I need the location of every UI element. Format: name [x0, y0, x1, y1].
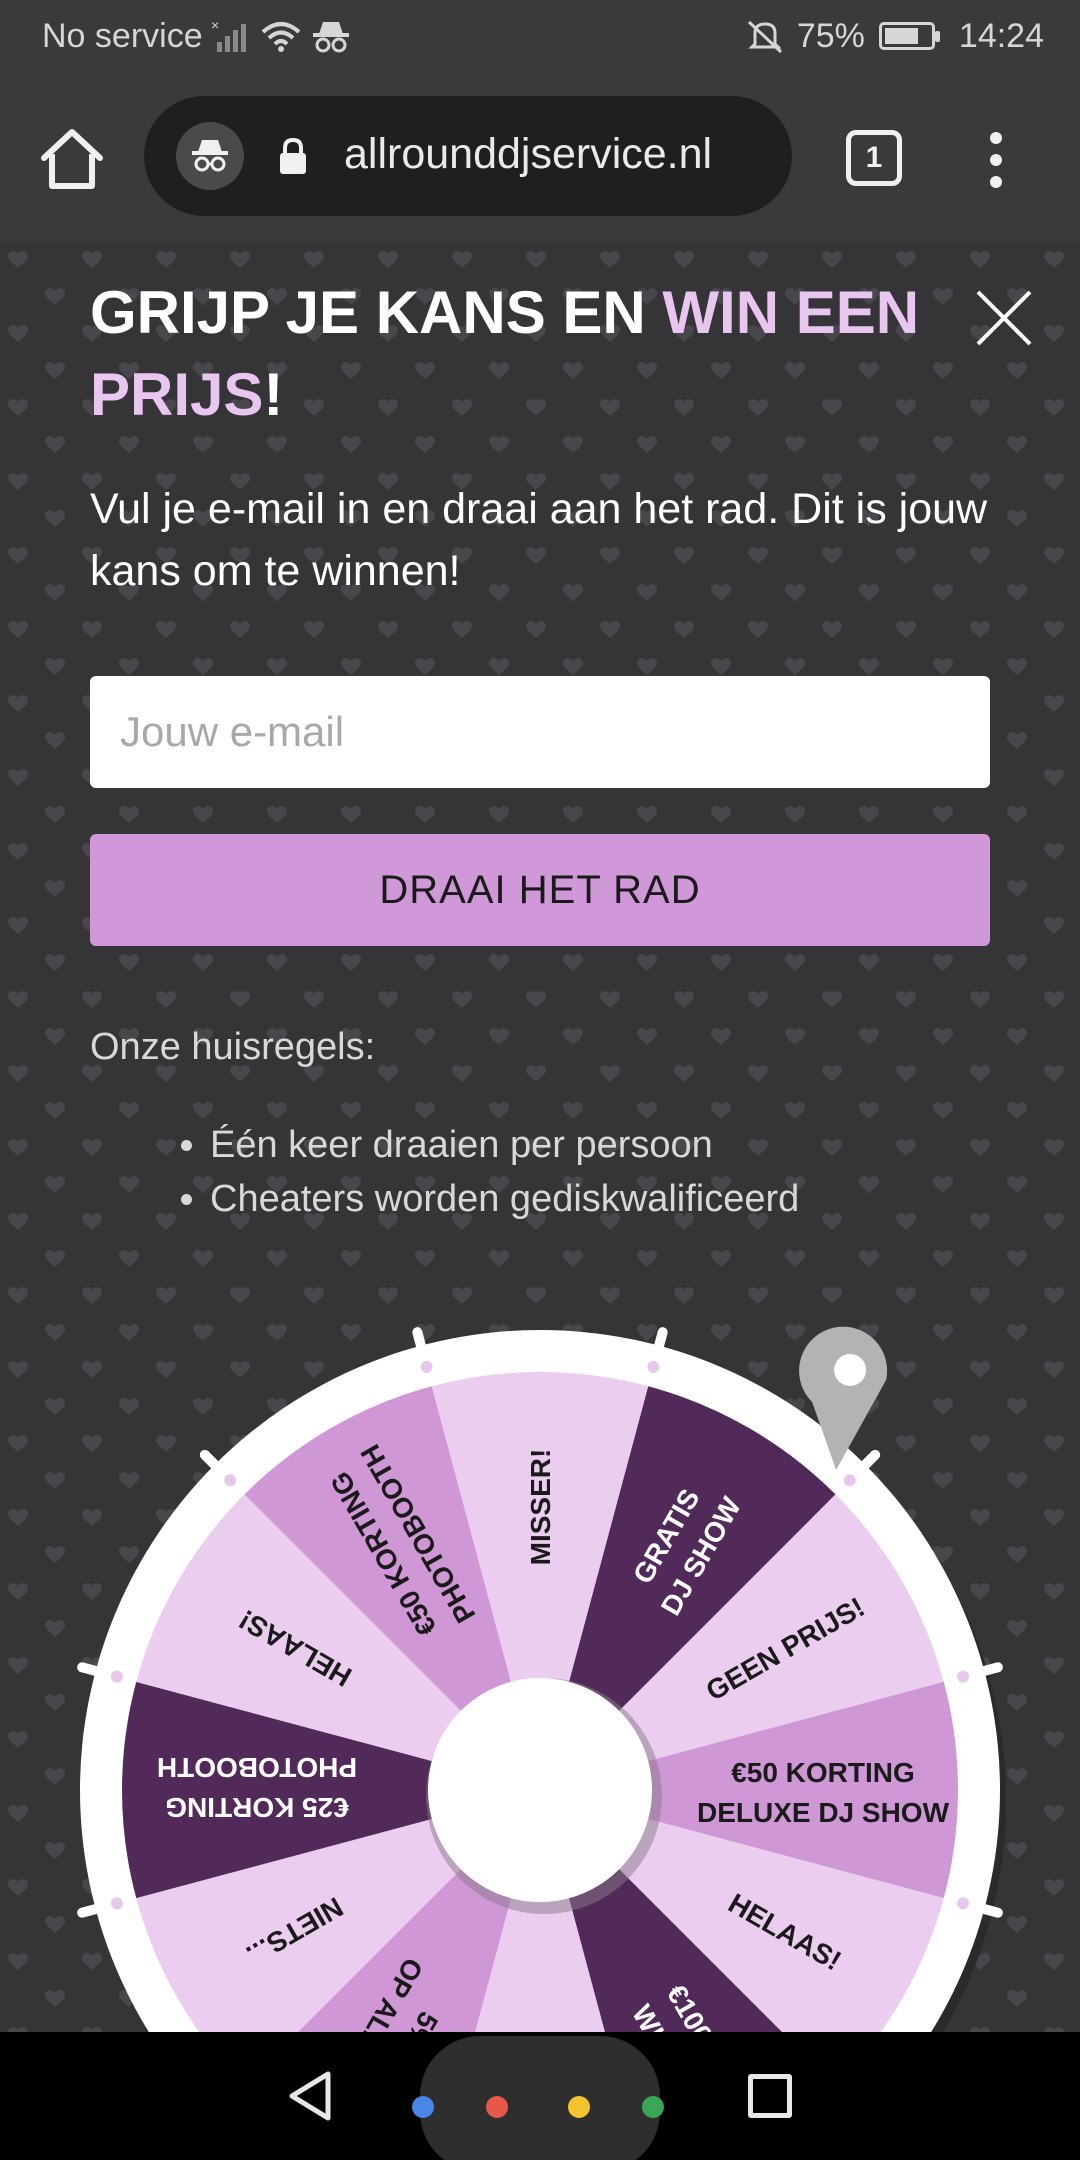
mute-notifications-icon: [747, 20, 782, 54]
carrier-text: No service: [42, 16, 203, 55]
popup-headline: GRIJP JE KANS EN WIN EEN PRIJS!: [90, 272, 990, 436]
spin-wheel-button[interactable]: DRAAI HET RAD: [90, 834, 990, 946]
rules-title: Onze huisregels:: [90, 1026, 376, 1068]
tab-switcher-button[interactable]: 1: [846, 130, 902, 186]
prize-wheel: GRATISDJ SHOWGEEN PRIJS!€50 KORTINGDELUX…: [77, 1326, 1006, 2032]
wheel-segment-line1: €50 KORTING: [731, 1757, 915, 1788]
battery-icon: [878, 22, 940, 50]
clock: 14:24: [958, 16, 1044, 55]
assistant-dot-blue: [412, 2096, 434, 2118]
incognito-badge: [176, 122, 244, 190]
spin-wheel-popup: GRIJP JE KANS EN WIN EEN PRIJS! Vul je e-…: [0, 242, 1080, 2032]
address-bar[interactable]: allrounddjservice.nl: [144, 96, 792, 216]
incognito-icon: [312, 22, 349, 53]
wheel-peg-dot: [110, 1670, 123, 1683]
headline-accent-2: PRIJS: [90, 361, 264, 428]
wheel-peg-dot: [110, 1897, 123, 1910]
wheel-peg-dot: [843, 1474, 856, 1487]
wifi-icon: [261, 22, 300, 52]
browser-toolbar: allrounddjservice.nl 1: [0, 74, 1080, 242]
wheel-peg-dot: [957, 1897, 970, 1910]
assistant-dot-yellow: [568, 2096, 590, 2118]
headline-exclamation: !: [263, 361, 284, 428]
lock-icon: [280, 137, 306, 174]
assistant-dot-green: [642, 2096, 664, 2118]
wheel-peg-dot: [224, 1474, 237, 1487]
wheel-peg-dot: [647, 1360, 660, 1373]
incognito-icon: [192, 140, 228, 172]
status-left: No service ×: [42, 16, 353, 56]
wheel-segment-line2: DELUXE DJ SHOW: [697, 1797, 950, 1828]
url-text: allrounddjservice.nl: [344, 130, 713, 178]
wheel-segment-line2: PHOTOBOOTH: [157, 1752, 357, 1783]
headline-text: GRIJP JE KANS EN: [90, 279, 663, 346]
status-right: 75% 14:24: [743, 16, 1044, 56]
wheel-segment-label: MISSER!: [525, 1449, 556, 1566]
back-icon[interactable]: [282, 2068, 338, 2124]
battery-percent: 75%: [796, 16, 865, 55]
assistant-pill[interactable]: [412, 2036, 664, 2160]
status-bar: No service × 75% 14:24: [0, 0, 1080, 74]
wheel-hub: [428, 1678, 652, 1902]
home-icon[interactable]: [36, 124, 108, 196]
email-input[interactable]: [90, 676, 990, 788]
no-signal-icon: ×: [211, 17, 246, 52]
wheel-segment-line1: MISSER!: [525, 1449, 556, 1566]
popup-subtitle: Vul je e-mail in en draai aan het rad. D…: [90, 485, 988, 595]
rule-item: Één keer draaien per persoon: [210, 1118, 799, 1172]
rules-list: Één keer draaien per persoon Cheaters wo…: [210, 1118, 799, 1226]
rule-item: Cheaters worden gediskwalificeerd: [210, 1172, 799, 1226]
overflow-menu-icon[interactable]: [982, 132, 1010, 188]
recents-icon[interactable]: [748, 2074, 792, 2118]
wheel-segment-line1: €25 KORTING: [165, 1792, 349, 1823]
svg-text:×: ×: [211, 17, 219, 33]
system-nav-bar: [0, 2032, 1080, 2160]
wheel-peg-dot: [420, 1360, 433, 1373]
wheel-peg-dot: [957, 1670, 970, 1683]
assistant-dot-red: [486, 2096, 508, 2118]
headline-accent: WIN EEN: [662, 279, 920, 346]
